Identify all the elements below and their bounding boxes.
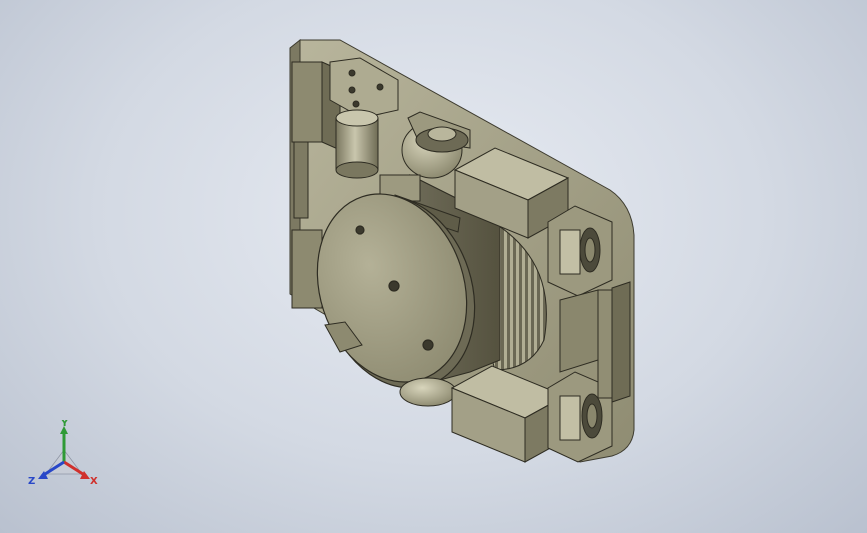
3d-model-viewport[interactable]: Y X Z xyxy=(0,0,867,533)
x-axis-label: X xyxy=(90,476,98,487)
caster-upper-right xyxy=(547,205,613,297)
y-axis-label: Y xyxy=(60,420,69,429)
z-axis-label: Z xyxy=(28,476,35,487)
orientation-triad[interactable]: Y X Z xyxy=(24,420,104,492)
drive-motor xyxy=(335,109,379,179)
cad-model-render xyxy=(289,38,635,463)
